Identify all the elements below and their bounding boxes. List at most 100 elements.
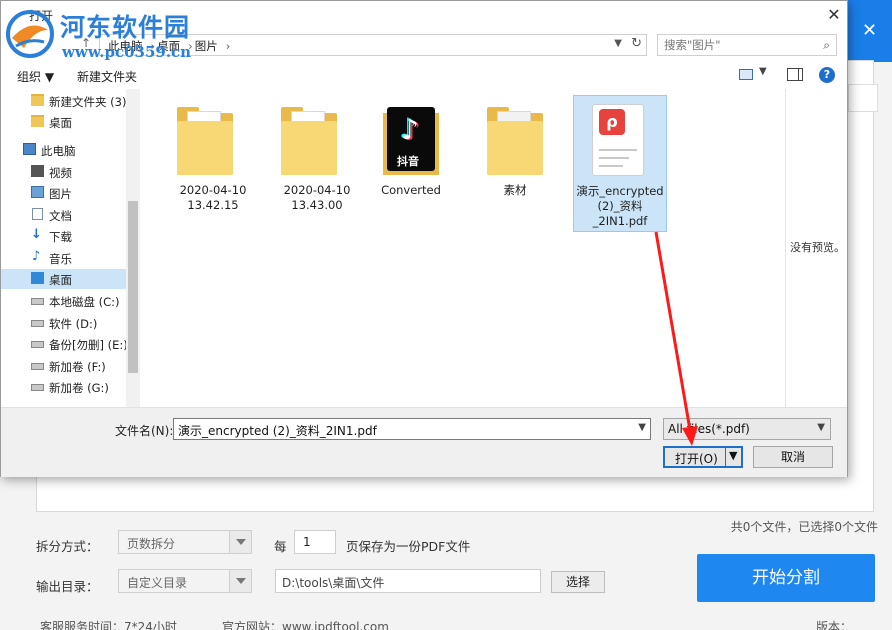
pdf-logo-icon: ρ (599, 109, 625, 135)
nav-item-pictures[interactable]: 图片 (1, 183, 126, 203)
drive-icon (31, 320, 44, 327)
pdf-file-icon: ρ (586, 104, 650, 180)
search-input[interactable] (658, 35, 808, 55)
nav-item-label: 视频 (49, 166, 72, 180)
nav-item-drive-e[interactable]: 备份[勿删] (E:) (1, 334, 128, 354)
footer-website[interactable]: 官方网站：www.jpdftool.com (222, 618, 389, 630)
nav-item-desktop[interactable]: 桌面 (1, 269, 126, 289)
preview-pane-icon[interactable] (787, 68, 803, 81)
nav-item-label: 音乐 (49, 252, 72, 266)
filetype-select[interactable]: All files(*.pdf) ▼ (663, 418, 831, 440)
preview-pane: 没有预览。 (785, 89, 847, 407)
filename-value: 演示_encrypted (2)_资料_2IN1.pdf (178, 424, 377, 438)
nav-item-downloads[interactable]: ↓ 下载 (1, 226, 126, 246)
nav-item-music[interactable]: ♪ 音乐 (1, 248, 126, 268)
nav-item-label: 软件 (D:) (49, 317, 98, 331)
start-split-button[interactable]: 开始分割 (697, 554, 875, 602)
per-label: 每 (274, 539, 287, 554)
refresh-icon[interactable]: ↻ (631, 36, 642, 51)
nav-item-label: 备份[勿删] (E:) (49, 338, 128, 352)
chevron-down-icon[interactable]: ▼ (729, 449, 737, 462)
nav-scrollbar[interactable] (126, 89, 140, 407)
pages-per-file-value: 1 (303, 535, 311, 549)
choose-button[interactable]: 选择 (551, 571, 605, 593)
chevron-down-icon[interactable]: ▼ (638, 422, 646, 433)
drive-icon (31, 341, 44, 348)
output-path-input[interactable]: D:\tools\桌面\文件 (275, 569, 541, 593)
search-box[interactable]: ⌕ (657, 34, 837, 56)
file-name-line: 2020-04-10 (179, 183, 247, 197)
footer-version: 版本：1.2.0.0 (816, 620, 853, 630)
tiktok-folder-icon: ♪ 抖音 (383, 107, 439, 175)
nav-item-label: 新加卷 (F:) (49, 360, 106, 374)
output-mode-select[interactable]: 自定义目录 (118, 569, 252, 593)
output-dir-label: 输出目录： (36, 579, 99, 594)
organize-menu[interactable]: 组织 ▼ (17, 68, 54, 85)
file-name-line: 素材 (503, 183, 527, 197)
nav-item-new-folder[interactable]: 新建文件夹 (3) (1, 91, 126, 111)
help-icon[interactable]: ? (819, 67, 835, 83)
new-folder-button[interactable]: 新建文件夹 (77, 68, 137, 85)
nav-item-drive-d[interactable]: 软件 (D:) (1, 313, 126, 333)
nav-item-drive-c[interactable]: 本地磁盘 (C:) (1, 291, 126, 311)
split-mode-label: 拆分方式： (36, 539, 99, 554)
nav-item-drive-f[interactable]: 新加卷 (F:) (1, 356, 126, 376)
dialog-footer: 文件名(N): 演示_encrypted (2)_资料_2IN1.pdf ▼ A… (1, 407, 847, 477)
open-button[interactable]: 打开(O) ▼ (663, 446, 743, 468)
split-mode-select[interactable]: 页数拆分 (118, 530, 252, 554)
file-item-folder[interactable]: ♪ 抖音 Converted (363, 101, 459, 221)
file-view: 2020-04-10 13.42.15 2020-04-10 13.43.00 … (141, 89, 785, 407)
chevron-down-icon: ▼ (817, 422, 825, 433)
folder-icon (281, 107, 337, 175)
side-control[interactable] (848, 84, 878, 112)
filename-input[interactable]: 演示_encrypted (2)_资料_2IN1.pdf ▼ (173, 418, 651, 440)
app-header-accent: ✕ (848, 0, 892, 62)
file-item-folder[interactable]: 2020-04-10 13.43.00 (269, 101, 365, 221)
watermark-logo-icon (6, 10, 54, 58)
nav-item-label: 新加卷 (G:) (49, 381, 109, 395)
per-suffix-label: 页保存为一份PDF文件 (346, 539, 471, 554)
close-icon[interactable]: ✕ (823, 4, 845, 26)
view-mode-icon[interactable] (739, 69, 753, 80)
nav-item-documents[interactable]: 文档 (1, 205, 126, 225)
tiktok-logo-text: 抖音 (397, 155, 419, 168)
split-mode-value: 页数拆分 (127, 537, 176, 551)
music-icon: ♪ (32, 249, 41, 264)
nav-item-label: 图片 (49, 187, 72, 201)
drive-icon (31, 298, 44, 305)
breadcrumb-item[interactable]: 图片 (195, 39, 218, 53)
footer-service-hours: 客服服务时间：7*24小时 (40, 620, 177, 630)
chevron-down-icon[interactable]: ▼ (614, 38, 622, 49)
watermark-url: www.pc0359.cn (62, 43, 192, 61)
nav-item-label: 桌面 (49, 273, 72, 287)
file-name-line: Converted (381, 183, 441, 197)
nav-item-videos[interactable]: 视频 (1, 162, 126, 182)
pages-per-file-input[interactable]: 1 (294, 530, 336, 554)
nav-item-drive-g[interactable]: 新加卷 (G:) (1, 377, 126, 397)
nav-item-this-pc[interactable]: 此电脑 (1, 140, 126, 160)
nav-item-label: 文档 (49, 209, 72, 223)
file-name-line: 演示_encrypted (576, 184, 664, 198)
drive-icon (31, 384, 44, 391)
nav-item-label: 本地磁盘 (C:) (49, 295, 120, 309)
chevron-down-icon[interactable]: ▼ (759, 66, 767, 77)
cancel-button[interactable]: 取消 (753, 446, 833, 468)
search-icon[interactable]: ⌕ (823, 38, 830, 53)
download-icon: ↓ (31, 227, 42, 242)
computer-icon (23, 143, 36, 155)
file-item-folder[interactable]: 素材 (467, 101, 563, 221)
file-name-line: 13.42.15 (187, 198, 239, 212)
chevron-right-icon: › (225, 39, 231, 53)
chevron-down-icon (229, 531, 251, 553)
files-status-text: 共0个文件，已选择0个文件 (730, 520, 878, 534)
nav-item-desktop-folder[interactable]: 桌面 (1, 112, 126, 132)
file-name-line: (2)_资料 (597, 199, 643, 213)
folder-icon (31, 94, 44, 106)
file-item-pdf[interactable]: ρ 演示_encrypted (2)_资料 _2IN1.pdf (573, 95, 667, 232)
file-item-folder[interactable]: 2020-04-10 13.42.15 (165, 101, 261, 221)
output-path-value: D:\tools\桌面\文件 (282, 576, 385, 590)
app-close-icon[interactable]: ✕ (862, 20, 877, 41)
scrollbar-thumb[interactable] (128, 201, 138, 373)
drive-icon (31, 363, 44, 370)
watermark-site-name: 河东软件园 (60, 13, 191, 42)
